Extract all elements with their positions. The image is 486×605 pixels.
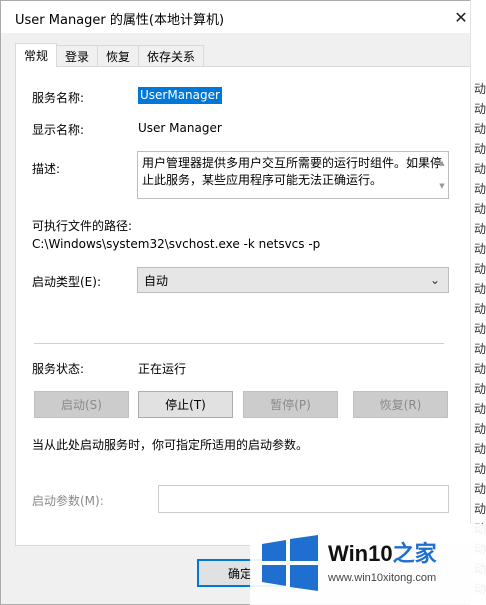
bg-text: 动 xyxy=(474,102,486,116)
display-name-label: 显示名称: xyxy=(32,123,85,137)
divider xyxy=(34,343,444,344)
service-name-label: 服务名称: xyxy=(32,91,85,105)
window-title: User Manager 的属性(本地计算机) xyxy=(15,13,225,28)
service-properties-dialog: User Manager 的属性(本地计算机) ✕ 常规 登录 恢复 依存关系 … xyxy=(0,0,486,605)
windows-logo-icon xyxy=(262,535,318,591)
bg-text: 动 xyxy=(474,322,486,336)
bg-text: 动 xyxy=(474,302,486,316)
service-status-value: 正在运行 xyxy=(138,362,187,376)
startup-type-label: 启动类型(E): xyxy=(32,275,101,289)
stop-button[interactable]: 停止(T) xyxy=(138,391,233,418)
chevron-down-icon: ⌄ xyxy=(429,273,440,287)
bg-text: 动 xyxy=(474,342,486,356)
resume-button[interactable]: 恢复(R) xyxy=(353,391,448,418)
bg-text: 动 xyxy=(474,222,486,236)
display-name-value[interactable]: User Manager xyxy=(138,121,222,135)
tab-logon[interactable]: 登录 xyxy=(56,45,99,67)
general-tab-panel: 服务名称: UserManager 显示名称: User Manager 描述:… xyxy=(15,66,471,546)
bg-text: 动 xyxy=(474,262,486,276)
start-params-label: 启动参数(M): xyxy=(32,494,104,508)
watermark: Win10之家 www.win10xitong.com xyxy=(250,524,486,605)
tab-dependencies[interactable]: 依存关系 xyxy=(138,45,205,67)
bg-text: 动 xyxy=(474,482,486,496)
service-status-label: 服务状态: xyxy=(32,362,85,376)
bg-text: 动 xyxy=(474,442,486,456)
start-params-input[interactable] xyxy=(158,485,449,513)
bg-text: 动 xyxy=(474,242,486,256)
bg-text: 动 xyxy=(474,182,486,196)
bg-text: 动 xyxy=(474,282,486,296)
bg-text: 动 xyxy=(474,402,486,416)
watermark-title-prefix: Win10 xyxy=(328,541,393,566)
start-params-hint: 当从此处启动服务时，你可指定所适用的启动参数。 xyxy=(32,438,309,452)
service-name-value[interactable]: UserManager xyxy=(138,87,222,104)
watermark-url: www.win10xitong.com xyxy=(328,572,437,584)
watermark-title-suffix: 之家 xyxy=(392,541,437,566)
startup-type-select[interactable]: 自动 ⌄ xyxy=(137,267,449,293)
bg-text: 动 xyxy=(474,202,486,216)
tab-general[interactable]: 常规 xyxy=(15,43,58,67)
title-bar[interactable]: User Manager 的属性(本地计算机) ✕ xyxy=(1,1,485,33)
bg-text: 动 xyxy=(474,142,486,156)
watermark-title: Win10之家 xyxy=(328,536,437,568)
background-window-right: 动 动 动 动 动 动 动 动 动 动 动 动 动 动 动 动 动 动 动 动 … xyxy=(470,0,486,605)
scroll-down-icon[interactable]: ▼ xyxy=(437,178,447,195)
start-button[interactable]: 启动(S) xyxy=(34,391,129,418)
startup-type-value: 自动 xyxy=(144,273,169,288)
bg-text: 动 xyxy=(474,122,486,136)
bg-text: 动 xyxy=(474,382,486,396)
description-label: 描述: xyxy=(32,162,61,176)
bg-text: 动 xyxy=(474,162,486,176)
pause-button[interactable]: 暂停(P) xyxy=(243,391,338,418)
tab-recovery[interactable]: 恢复 xyxy=(97,45,140,67)
tab-bar: 常规 登录 恢复 依存关系 xyxy=(15,43,205,67)
bg-text: 动 xyxy=(474,502,486,516)
bg-text: 动 xyxy=(474,462,486,476)
scroll-up-icon[interactable]: ▲ xyxy=(437,155,447,172)
exe-path-value[interactable]: C:\Windows\system32\svchost.exe -k netsv… xyxy=(32,237,320,251)
close-icon: ✕ xyxy=(454,7,468,27)
bg-text: 动 xyxy=(474,82,486,96)
bg-text: 动 xyxy=(474,362,486,376)
description-textbox[interactable]: 用户管理器提供多用户交互所需要的运行时组件。如果停止此服务，某些应用程序可能无法… xyxy=(137,151,449,199)
description-text: 用户管理器提供多用户交互所需要的运行时组件。如果停止此服务，某些应用程序可能无法… xyxy=(142,156,443,187)
bg-text: 动 xyxy=(474,422,486,436)
exe-path-label: 可执行文件的路径: xyxy=(32,219,133,233)
